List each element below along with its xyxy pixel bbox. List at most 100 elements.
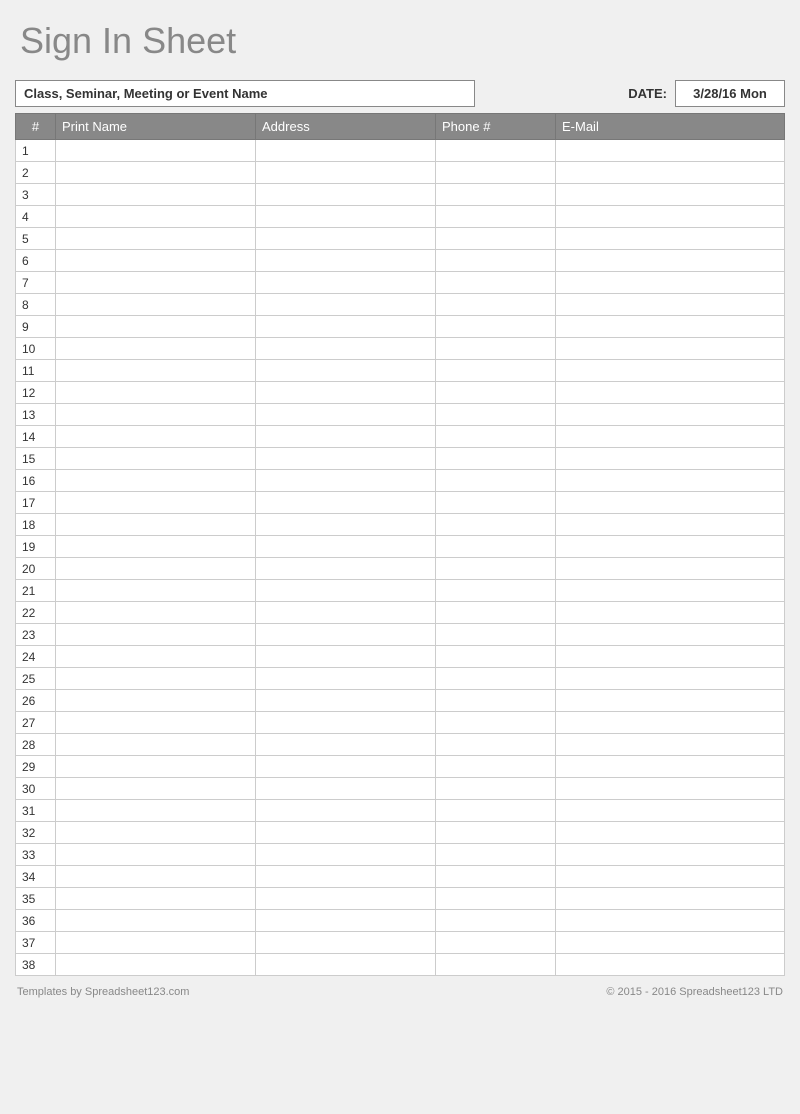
- row-name[interactable]: [56, 536, 256, 558]
- row-name[interactable]: [56, 360, 256, 382]
- row-phone[interactable]: [436, 690, 556, 712]
- row-name[interactable]: [56, 888, 256, 910]
- row-name[interactable]: [56, 338, 256, 360]
- row-phone[interactable]: [436, 888, 556, 910]
- date-value[interactable]: 3/28/16 Mon: [675, 80, 785, 107]
- row-phone[interactable]: [436, 646, 556, 668]
- row-phone[interactable]: [436, 228, 556, 250]
- row-name[interactable]: [56, 800, 256, 822]
- row-email[interactable]: [556, 492, 785, 514]
- row-phone[interactable]: [436, 954, 556, 976]
- row-address[interactable]: [256, 250, 436, 272]
- row-email[interactable]: [556, 382, 785, 404]
- row-address[interactable]: [256, 712, 436, 734]
- row-phone[interactable]: [436, 338, 556, 360]
- row-email[interactable]: [556, 558, 785, 580]
- row-email[interactable]: [556, 910, 785, 932]
- row-phone[interactable]: [436, 140, 556, 162]
- row-email[interactable]: [556, 800, 785, 822]
- row-email[interactable]: [556, 888, 785, 910]
- row-address[interactable]: [256, 668, 436, 690]
- row-name[interactable]: [56, 580, 256, 602]
- row-address[interactable]: [256, 162, 436, 184]
- row-address[interactable]: [256, 800, 436, 822]
- row-name[interactable]: [56, 272, 256, 294]
- row-phone[interactable]: [436, 536, 556, 558]
- row-email[interactable]: [556, 954, 785, 976]
- row-address[interactable]: [256, 470, 436, 492]
- row-phone[interactable]: [436, 294, 556, 316]
- row-name[interactable]: [56, 734, 256, 756]
- row-phone[interactable]: [436, 800, 556, 822]
- row-email[interactable]: [556, 822, 785, 844]
- row-email[interactable]: [556, 470, 785, 492]
- row-address[interactable]: [256, 272, 436, 294]
- row-phone[interactable]: [436, 404, 556, 426]
- row-address[interactable]: [256, 382, 436, 404]
- row-address[interactable]: [256, 822, 436, 844]
- row-name[interactable]: [56, 712, 256, 734]
- row-phone[interactable]: [436, 866, 556, 888]
- row-address[interactable]: [256, 338, 436, 360]
- row-phone[interactable]: [436, 360, 556, 382]
- row-address[interactable]: [256, 646, 436, 668]
- row-phone[interactable]: [436, 602, 556, 624]
- row-email[interactable]: [556, 338, 785, 360]
- row-phone[interactable]: [436, 756, 556, 778]
- row-address[interactable]: [256, 448, 436, 470]
- row-email[interactable]: [556, 580, 785, 602]
- row-name[interactable]: [56, 470, 256, 492]
- row-name[interactable]: [56, 778, 256, 800]
- row-phone[interactable]: [436, 734, 556, 756]
- row-phone[interactable]: [436, 910, 556, 932]
- row-phone[interactable]: [436, 580, 556, 602]
- row-email[interactable]: [556, 514, 785, 536]
- row-address[interactable]: [256, 536, 436, 558]
- row-address[interactable]: [256, 602, 436, 624]
- row-address[interactable]: [256, 844, 436, 866]
- row-email[interactable]: [556, 778, 785, 800]
- row-name[interactable]: [56, 162, 256, 184]
- row-name[interactable]: [56, 140, 256, 162]
- row-email[interactable]: [556, 360, 785, 382]
- row-email[interactable]: [556, 624, 785, 646]
- row-name[interactable]: [56, 932, 256, 954]
- row-phone[interactable]: [436, 844, 556, 866]
- row-address[interactable]: [256, 316, 436, 338]
- row-phone[interactable]: [436, 514, 556, 536]
- row-name[interactable]: [56, 250, 256, 272]
- row-address[interactable]: [256, 734, 436, 756]
- row-email[interactable]: [556, 272, 785, 294]
- row-email[interactable]: [556, 756, 785, 778]
- row-address[interactable]: [256, 426, 436, 448]
- row-email[interactable]: [556, 404, 785, 426]
- row-phone[interactable]: [436, 426, 556, 448]
- row-address[interactable]: [256, 514, 436, 536]
- row-phone[interactable]: [436, 316, 556, 338]
- row-address[interactable]: [256, 690, 436, 712]
- row-name[interactable]: [56, 866, 256, 888]
- row-name[interactable]: [56, 404, 256, 426]
- row-email[interactable]: [556, 712, 785, 734]
- row-email[interactable]: [556, 690, 785, 712]
- row-name[interactable]: [56, 668, 256, 690]
- row-name[interactable]: [56, 514, 256, 536]
- row-name[interactable]: [56, 910, 256, 932]
- row-address[interactable]: [256, 888, 436, 910]
- row-address[interactable]: [256, 910, 436, 932]
- row-address[interactable]: [256, 184, 436, 206]
- row-address[interactable]: [256, 756, 436, 778]
- row-address[interactable]: [256, 932, 436, 954]
- row-address[interactable]: [256, 404, 436, 426]
- row-name[interactable]: [56, 206, 256, 228]
- row-email[interactable]: [556, 228, 785, 250]
- row-email[interactable]: [556, 668, 785, 690]
- row-email[interactable]: [556, 316, 785, 338]
- row-email[interactable]: [556, 448, 785, 470]
- row-name[interactable]: [56, 558, 256, 580]
- row-email[interactable]: [556, 294, 785, 316]
- row-name[interactable]: [56, 624, 256, 646]
- row-phone[interactable]: [436, 470, 556, 492]
- row-phone[interactable]: [436, 778, 556, 800]
- row-email[interactable]: [556, 536, 785, 558]
